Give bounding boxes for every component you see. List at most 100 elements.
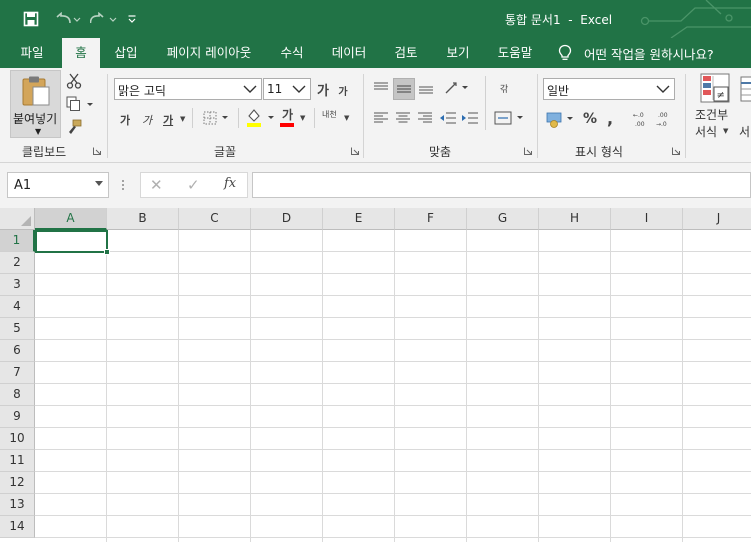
- formula-bar-grip-icon[interactable]: [121, 179, 125, 191]
- tell-me-search[interactable]: 어떤 작업을 원하시나요?: [558, 38, 714, 68]
- column-header-d[interactable]: D: [251, 208, 323, 230]
- decrease-font-size-button[interactable]: 가: [335, 80, 351, 100]
- format-painter-button[interactable]: [64, 117, 84, 137]
- grid-row-line: [35, 471, 751, 472]
- column-header-e[interactable]: E: [323, 208, 395, 230]
- decrease-decimal-button[interactable]: .00 →.0: [654, 108, 676, 130]
- column-header-h[interactable]: H: [539, 208, 611, 230]
- row-header-2[interactable]: 2: [0, 252, 35, 274]
- row-header-14[interactable]: 14: [0, 516, 35, 538]
- format-as-table-button[interactable]: 서: [738, 70, 751, 140]
- format-painter-icon: [69, 119, 82, 134]
- customize-qat-button[interactable]: [122, 0, 142, 38]
- font-divider: [192, 108, 193, 128]
- align-middle-button[interactable]: [393, 78, 415, 100]
- row-header-1[interactable]: 1: [0, 230, 35, 252]
- increase-indent-button[interactable]: [460, 108, 480, 128]
- column-header-j[interactable]: J: [683, 208, 751, 230]
- tab-data[interactable]: 데이터: [323, 38, 375, 68]
- align-right-button[interactable]: [415, 108, 435, 128]
- grid-row-line: [35, 251, 751, 252]
- tab-insert[interactable]: 삽입: [104, 38, 148, 68]
- percent-style-button[interactable]: %: [580, 108, 600, 130]
- comma-style-button[interactable]: ,: [602, 108, 618, 130]
- wrap-text-button[interactable]: 갂: [492, 76, 516, 100]
- column-header-i[interactable]: I: [611, 208, 683, 230]
- row-header-3[interactable]: 3: [0, 274, 35, 296]
- font-size-combo[interactable]: 11: [263, 78, 311, 100]
- save-button[interactable]: [16, 0, 46, 38]
- conditional-formatting-button[interactable]: ≠ 조건부 서식 ▼: [690, 70, 736, 140]
- tab-help[interactable]: 도움말: [489, 38, 541, 68]
- align-bottom-button[interactable]: [416, 78, 436, 98]
- confirm-entry-button[interactable]: ✓: [187, 176, 200, 194]
- row-header-10[interactable]: 10: [0, 428, 35, 450]
- grid-column-line: [250, 230, 251, 542]
- font-launcher-icon[interactable]: [351, 147, 359, 155]
- italic-button[interactable]: 가: [142, 112, 152, 128]
- underline-button[interactable]: 가: [163, 112, 173, 128]
- align-center-button[interactable]: [393, 108, 413, 128]
- column-header-b[interactable]: B: [107, 208, 179, 230]
- grid-column-line: [322, 230, 323, 542]
- align-top-button[interactable]: [371, 78, 391, 98]
- row-header-9[interactable]: 9: [0, 406, 35, 428]
- column-header-a[interactable]: A: [35, 208, 107, 230]
- row-header-8[interactable]: 8: [0, 384, 35, 406]
- tab-page-layout[interactable]: 페이지 레이아웃: [156, 38, 262, 68]
- active-cell[interactable]: [35, 230, 108, 253]
- column-header-f[interactable]: F: [395, 208, 467, 230]
- row-header-7[interactable]: 7: [0, 362, 35, 384]
- row-header-5[interactable]: 5: [0, 318, 35, 340]
- tab-formulas[interactable]: 수식: [271, 38, 313, 68]
- tab-view[interactable]: 보기: [437, 38, 479, 68]
- align-top-icon: [374, 82, 388, 90]
- font-name-combo[interactable]: 맑은 고딕: [114, 78, 262, 100]
- tab-file[interactable]: 파일: [10, 38, 54, 68]
- copy-button[interactable]: [64, 94, 96, 114]
- phonetic-button[interactable]: 내천 ▼: [320, 106, 354, 130]
- tab-review[interactable]: 검토: [385, 38, 427, 68]
- column-header-g[interactable]: G: [467, 208, 539, 230]
- select-all-button[interactable]: [0, 208, 35, 230]
- fill-color-button[interactable]: [244, 106, 278, 130]
- cancel-entry-button[interactable]: ✕: [150, 176, 163, 194]
- clipboard-launcher-icon[interactable]: [93, 147, 101, 155]
- number-format-combo[interactable]: 일반: [543, 78, 675, 100]
- undo-button[interactable]: [50, 0, 86, 38]
- paste-button[interactable]: 붙여넣기 ▼: [10, 70, 61, 138]
- alignment-launcher-icon[interactable]: [524, 147, 532, 155]
- select-all-triangle-icon: [21, 216, 31, 226]
- borders-button[interactable]: [201, 108, 233, 128]
- align-left-button[interactable]: [371, 108, 391, 128]
- increase-font-size-button[interactable]: 가: [314, 78, 332, 100]
- row-header-4[interactable]: 4: [0, 296, 35, 318]
- redo-button[interactable]: [86, 0, 122, 38]
- row-header-6[interactable]: 6: [0, 340, 35, 362]
- tab-home[interactable]: 홈: [62, 38, 100, 68]
- window-title: 통합 문서1 - Excel: [505, 11, 612, 28]
- accounting-format-button[interactable]: [544, 108, 578, 130]
- font-color-button[interactable]: 가 ▼: [278, 106, 312, 130]
- decrease-indent-button[interactable]: [438, 108, 458, 128]
- row-header-13[interactable]: 13: [0, 494, 35, 516]
- worksheet-grid[interactable]: A B C D E F G H I J 1 2 3 4 5 6 7 8 9 10 11 12 13 14: [0, 208, 751, 542]
- merge-center-button[interactable]: [492, 108, 528, 128]
- insert-function-button[interactable]: fx: [224, 176, 236, 191]
- orientation-button[interactable]: [442, 78, 472, 98]
- fill-handle[interactable]: [104, 249, 110, 255]
- increase-decimal-icon: ←.0 .00: [633, 112, 645, 128]
- chevron-down-icon: [95, 181, 103, 186]
- increase-decimal-button[interactable]: ←.0 .00: [630, 108, 652, 130]
- ribbon-tabs: 파일 홈 삽입 페이지 레이아웃 수식 데이터 검토 보기 도움말 어떤 작업을…: [0, 38, 751, 68]
- row-header-11[interactable]: 11: [0, 450, 35, 472]
- column-header-c[interactable]: C: [179, 208, 251, 230]
- row-header-12[interactable]: 12: [0, 472, 35, 494]
- cut-button[interactable]: [64, 71, 84, 91]
- underline-dropdown-arrow[interactable]: ▼: [180, 115, 185, 123]
- name-box[interactable]: A1: [7, 172, 109, 198]
- grid-column-line: [466, 230, 467, 542]
- formula-input[interactable]: [252, 172, 751, 198]
- number-launcher-icon[interactable]: [672, 147, 680, 155]
- bold-button[interactable]: 가: [120, 112, 130, 128]
